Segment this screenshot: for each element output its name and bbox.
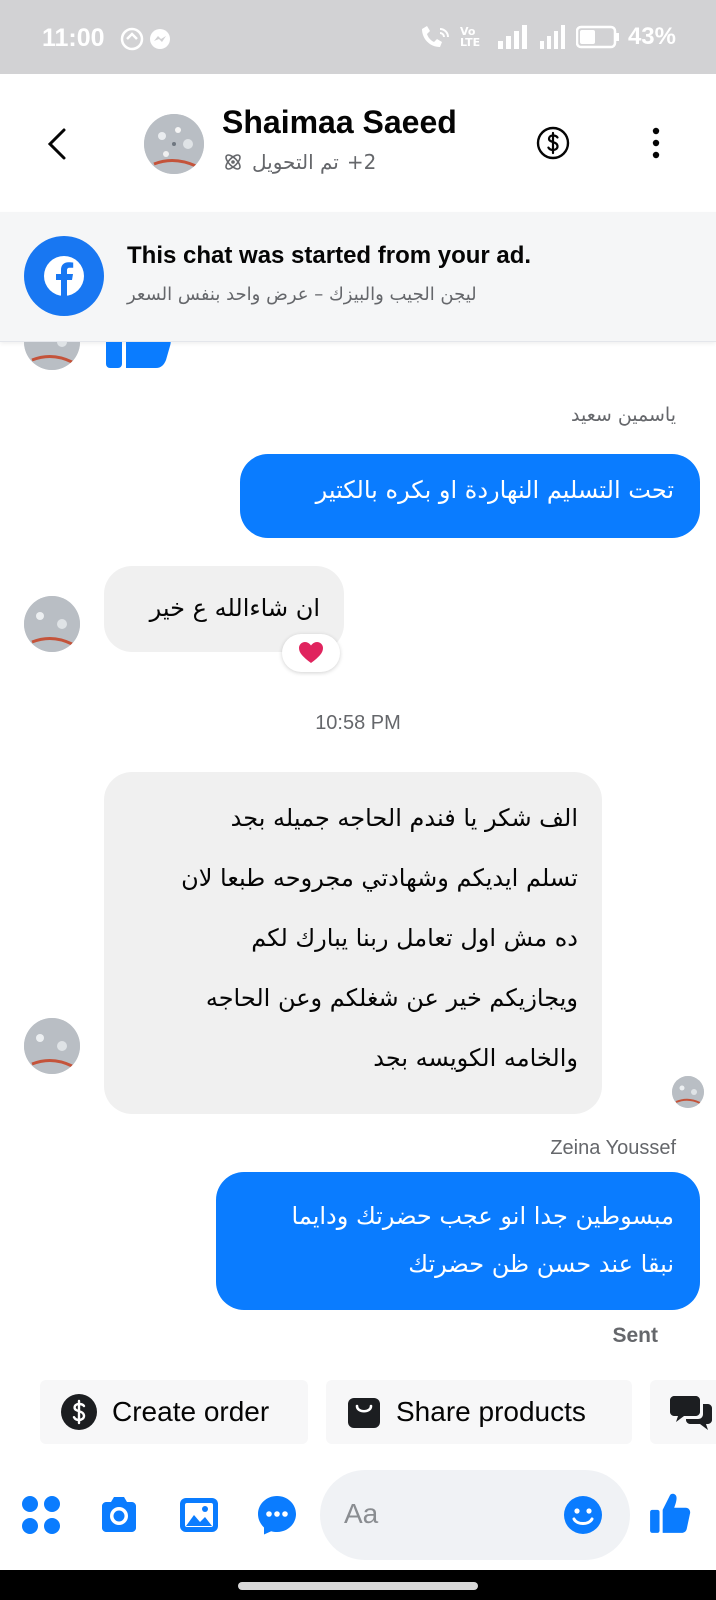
apps-grid-icon[interactable] (20, 1494, 62, 1536)
dollar-circle-icon[interactable] (536, 126, 570, 160)
avatar-image (24, 596, 80, 652)
system-nav-bar (0, 1570, 716, 1600)
message-line: والخامه الكويسه بجد (373, 1044, 578, 1072)
image-icon[interactable] (178, 1494, 220, 1536)
contact-name[interactable]: Shaimaa Saeed (222, 104, 457, 141)
messenger-icon[interactable] (256, 1494, 298, 1536)
incoming-message[interactable]: الف شكر يا فندم الحاجه جميله بجد تسلم اي… (104, 772, 602, 1114)
home-handle[interactable] (238, 1582, 478, 1590)
message-line: ويجازيكم خير عن شغلكم وعن الحاجه (205, 984, 578, 1012)
seen-avatar (672, 1076, 704, 1108)
create-order-button[interactable]: Create order (40, 1380, 308, 1444)
status-right: Vo LTE 43% (418, 22, 676, 52)
status-bar: 11:00 Vo LTE 43% (0, 0, 716, 74)
avatar-image (24, 342, 80, 370)
contact-avatar-small (24, 1018, 80, 1074)
message-line: مبسوطين جدا انو عجب حضرتك ودايما (291, 1202, 675, 1230)
message-text: ان شاءالله ع خير (149, 594, 320, 622)
camera-icon[interactable] (98, 1494, 140, 1536)
wifi-call-icon (421, 26, 449, 47)
message-line: تسلم ايديكم وشهادتي مجروحه طبعا لان (181, 864, 578, 892)
signal-icon-1 (497, 25, 527, 49)
notification-icons (120, 27, 170, 51)
thumbs-up-icon (106, 342, 171, 368)
ad-banner-subtitle: ليجن الجيب والبيزك – عرض واحد بنفس السعر (127, 284, 477, 305)
heart-icon (299, 642, 323, 663)
status-time: 11:00 (42, 24, 105, 52)
emoji-icon[interactable] (562, 1494, 604, 1536)
ad-banner-title: This chat was started from your ad. (127, 242, 532, 269)
message-line: ده مش اول تعامل ربنا يبارك لكم (251, 924, 578, 952)
dollar-circle-icon (61, 1394, 97, 1430)
avatar-image (672, 1076, 704, 1108)
more-vertical-icon[interactable] (645, 126, 667, 160)
outgoing-message[interactable]: تحت التسليم النهاردة او بكره بالكتير (240, 454, 700, 538)
network-label: Vo LTE (459, 25, 481, 49)
sender-name: Zeina Youssef (550, 1137, 676, 1159)
chat-header: Shaimaa Saeed تم التحويل +2 (0, 74, 716, 212)
subtitle-count: +2 (346, 150, 377, 174)
shopping-bag-icon (348, 1398, 380, 1428)
message-composer: Aa (0, 1460, 716, 1570)
avatar-image (24, 1018, 80, 1074)
battery-percent: 43% (627, 23, 676, 50)
avatar-image (144, 114, 204, 174)
quick-actions: Create order Share products (0, 1380, 716, 1444)
message-list[interactable]: ياسمين سعيد تحت التسليم النهاردة او بكره… (0, 342, 716, 1364)
back-arrow-icon[interactable] (40, 124, 76, 164)
facebook-icon (24, 236, 104, 316)
outgoing-message[interactable]: مبسوطين جدا انو عجب حضرتك ودايما نبقا عن… (216, 1172, 700, 1310)
signal-icon-2 (539, 25, 565, 49)
share-products-button[interactable]: Share products (326, 1380, 632, 1444)
contact-subtitle: تم التحويل +2 (222, 150, 376, 174)
contact-avatar-small (24, 596, 80, 652)
chat-bubbles-icon (670, 1396, 712, 1430)
message-line: نبقا عند حسن ظن حضرتك (408, 1250, 674, 1278)
message-input[interactable]: Aa (320, 1470, 630, 1560)
message-text: تحت التسليم النهاردة او بكره بالكتير (315, 476, 674, 504)
delivery-status: Sent (612, 1324, 658, 1347)
contact-avatar-small (24, 342, 80, 370)
ad-banner[interactable]: This chat was started from your ad. ليجن… (0, 212, 716, 342)
contact-avatar[interactable] (144, 114, 204, 174)
facebook-logo (44, 256, 84, 296)
message-line: الف شكر يا فندم الحاجه جميله بجد (230, 804, 578, 832)
share-products-label: Share products (396, 1396, 586, 1427)
message-timestamp: 10:58 PM (315, 712, 401, 734)
atom-icon (225, 154, 241, 170)
battery-icon (575, 25, 619, 49)
saved-replies-button[interactable] (650, 1380, 716, 1444)
create-order-label: Create order (112, 1396, 270, 1427)
thumbs-up-icon[interactable] (648, 1490, 692, 1536)
subtitle-label: تم التحويل (252, 150, 339, 174)
reaction-badge[interactable] (282, 634, 340, 672)
sender-name: ياسمين سعيد (570, 404, 676, 426)
message-input-placeholder: Aa (344, 1498, 379, 1529)
